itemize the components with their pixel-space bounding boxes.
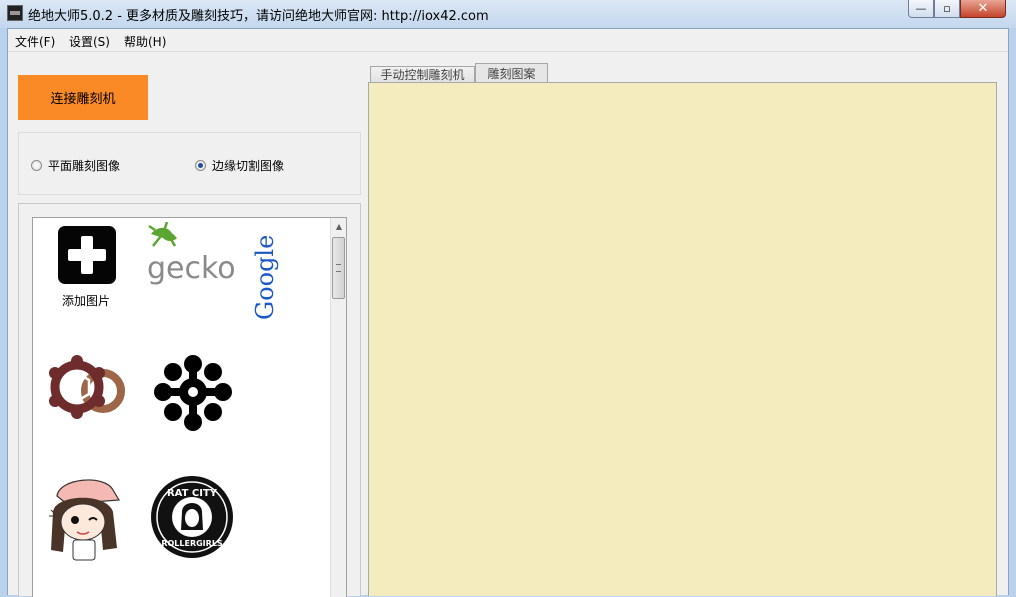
cartoon-girl-thumbnail[interactable]: [47, 470, 127, 562]
radio-edge-cut-circle[interactable]: [195, 160, 206, 171]
minimize-icon: —: [915, 2, 927, 15]
gear-logo: [49, 355, 125, 419]
app-icon: [7, 5, 23, 21]
radio-edge-cut-label: 边缘切割图像: [212, 159, 285, 173]
menu-settings[interactable]: 设置(S): [69, 33, 110, 50]
gear-logo-thumbnail[interactable]: [43, 353, 133, 423]
radio-flat-engrave[interactable]: 平面雕刻图像: [31, 157, 120, 174]
rat-city-bottom-text: ROLLERGIRLS: [161, 539, 223, 548]
radio-flat-engrave-label: 平面雕刻图像: [48, 159, 121, 173]
image-gallery-frame: 添加图片 gecko Google RAT CITY ROLLERGIRLS ▲: [18, 203, 361, 597]
close-button[interactable]: ✕: [960, 0, 1006, 18]
cartoon-girl: [49, 479, 121, 561]
gallery-scrollbar[interactable]: ▲: [330, 218, 346, 597]
scroll-thumb[interactable]: [332, 237, 345, 299]
gecko-logo-text: gecko: [147, 251, 236, 286]
add-image-icon: [58, 226, 116, 284]
main-window: 文件(F) 设置(S) 帮助(H) 连接雕刻机 平面雕刻图像 边缘切割图像 添加…: [7, 28, 1009, 597]
connect-engraver-button[interactable]: 连接雕刻机: [18, 75, 148, 120]
google-logo-thumbnail[interactable]: Google: [245, 218, 285, 322]
rat-city-rollergirls-logo: RAT CITY ROLLERGIRLS: [151, 476, 233, 558]
tab-engrave-pattern[interactable]: 雕刻图案: [475, 63, 548, 82]
engrave-mode-group: 平面雕刻图像 边缘切割图像: [18, 132, 361, 195]
google-logo-text: Google: [251, 235, 279, 320]
gecko-logo-thumbnail[interactable]: gecko: [143, 221, 243, 286]
radio-flat-engrave-circle[interactable]: [31, 160, 42, 171]
menu-bar: 文件(F) 设置(S) 帮助(H): [8, 29, 1008, 52]
radio-edge-cut[interactable]: 边缘切割图像: [195, 157, 284, 174]
google-logo: Google: [251, 235, 279, 320]
flower-pattern-thumbnail[interactable]: [151, 354, 235, 434]
image-gallery: 添加图片 gecko Google RAT CITY ROLLERGIRLS ▲: [32, 217, 347, 597]
tab-manual-control[interactable]: 手动控制雕刻机: [370, 66, 475, 82]
menu-help[interactable]: 帮助(H): [124, 33, 166, 50]
flower-pattern: [154, 355, 232, 431]
scroll-up-arrow-icon[interactable]: ▲: [331, 219, 346, 235]
maximize-icon: ▫: [943, 2, 951, 15]
title-bar: 绝地大师5.0.2 - 更多材质及雕刻技巧，请访问绝地大师官网: http://…: [0, 0, 1016, 28]
gecko-logo: gecko: [147, 221, 236, 286]
rat-city-top-text: RAT CITY: [167, 488, 218, 499]
add-image-label: 添加图片: [62, 294, 111, 308]
minimize-button[interactable]: —: [908, 0, 934, 18]
add-image-button[interactable]: [58, 226, 116, 284]
menu-file[interactable]: 文件(F): [15, 33, 55, 50]
rat-city-rollergirls-thumbnail[interactable]: RAT CITY ROLLERGIRLS: [149, 474, 235, 560]
maximize-button[interactable]: ▫: [934, 0, 960, 18]
close-icon: ✕: [977, 1, 989, 16]
engrave-canvas[interactable]: [368, 82, 997, 596]
window-title: 绝地大师5.0.2 - 更多材质及雕刻技巧，请访问绝地大师官网: http://…: [28, 9, 489, 24]
